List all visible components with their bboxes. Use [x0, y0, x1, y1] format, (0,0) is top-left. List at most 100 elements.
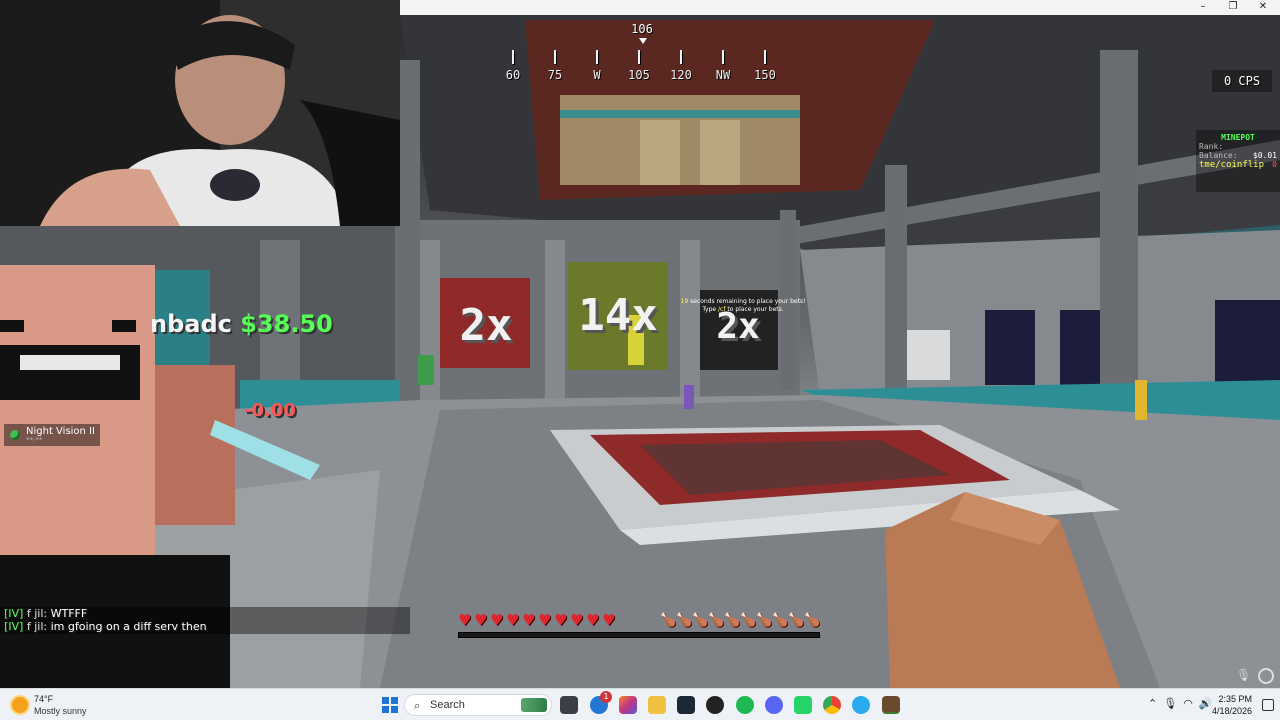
windows-taskbar: 74°F Mostly sunny ⌕ Search 1 ⌃ 🎙 ◠ 🔊 2:3…: [0, 688, 1280, 720]
edge-browser-icon[interactable]: 1: [590, 691, 612, 714]
weather-temperature: 74°F: [34, 694, 54, 704]
compass-label: NW: [715, 68, 731, 82]
taskbar-clock[interactable]: 2:35 PM 4/18/2026: [1196, 693, 1252, 717]
microphone-icon[interactable]: 🎙: [1236, 668, 1251, 684]
compass-label: 105: [628, 68, 650, 82]
drumstick-icon: 🍗: [772, 613, 789, 628]
compass-label: 60: [505, 68, 521, 82]
compass-tick: [596, 50, 598, 64]
compass-pointer-icon: [639, 38, 647, 44]
drumstick-icon: 🍗: [804, 613, 821, 628]
compass-label: 150: [754, 68, 776, 82]
drumstick-icon: 🍗: [756, 613, 773, 628]
minecraft-icon[interactable]: [882, 696, 900, 714]
heart-icon: ♥: [554, 611, 568, 629]
heart-icon: ♥: [522, 611, 536, 629]
cps-counter: 0 CPS: [1212, 70, 1272, 92]
drumstick-icon: 🍗: [692, 613, 709, 628]
compass-tick: [764, 50, 766, 64]
compass-tick: [554, 50, 556, 64]
maximize-button[interactable]: ❐: [1218, 0, 1248, 15]
drumstick-icon: 🍗: [740, 613, 757, 628]
obs-icon[interactable]: [706, 696, 724, 714]
search-icon: ⌕: [414, 699, 421, 712]
telegram-icon[interactable]: [852, 696, 870, 714]
compass-tick: [512, 50, 514, 64]
chat-rank-tag: [IV]: [4, 607, 24, 620]
taskbar-search[interactable]: ⌕ Search: [404, 694, 552, 716]
minimize-button[interactable]: –: [1188, 0, 1218, 15]
whatsapp-icon[interactable]: [794, 696, 812, 714]
wifi-icon[interactable]: ◠: [1183, 697, 1193, 713]
effect-duration: **:**: [26, 436, 43, 444]
compass-label: 75: [547, 68, 563, 82]
scoreboard-balance-value: $0.01: [1252, 151, 1277, 160]
microphone-tray-icon[interactable]: 🎙: [1163, 697, 1177, 713]
task-view-icon[interactable]: [560, 696, 578, 714]
steam-icon[interactable]: [677, 696, 695, 714]
chat-box: [IV] f jil: WTFFF [IV] f jil: im gfoing …: [0, 607, 410, 634]
bet-instruction-b: to place your bets.: [727, 306, 784, 313]
heart-icon: ♥: [586, 611, 600, 629]
scoreboard-sidebar: MINEPOT Rank: Balance: $0.01 tme/coinflip…: [1196, 130, 1280, 192]
chevron-up-icon[interactable]: ⌃: [1148, 697, 1157, 713]
countdown-seconds: 19: [680, 298, 689, 305]
file-explorer-icon[interactable]: [648, 696, 666, 714]
health-bar: ♥ ♥ ♥ ♥ ♥ ♥ ♥ ♥ ♥ ♥: [458, 613, 617, 628]
compass-tick: [638, 50, 640, 64]
player-nametag-sub: -0.00: [244, 400, 296, 421]
webcam-overlay: [0, 0, 400, 226]
bet-command: /cf: [718, 306, 726, 313]
experience-bar: [458, 632, 820, 638]
heart-icon: ♥: [602, 611, 616, 629]
heart-icon: ♥: [506, 611, 520, 629]
close-button[interactable]: ✕: [1248, 0, 1278, 15]
hunger-bar: 🍗 🍗 🍗 🍗 🍗 🍗 🍗 🍗 🍗 🍗: [660, 613, 821, 628]
search-highlight-icon: [521, 698, 547, 712]
drumstick-icon: 🍗: [708, 613, 725, 628]
heart-icon: ♥: [490, 611, 504, 629]
multiplier-board-left: 2x: [459, 300, 513, 351]
player-name: nbadc: [150, 310, 232, 338]
scoreboard-title: MINEPOT: [1221, 133, 1255, 142]
recording-indicator-icon[interactable]: [1258, 668, 1274, 684]
compass-label: W: [593, 68, 601, 82]
copilot-icon[interactable]: [619, 696, 637, 714]
drumstick-icon: 🍗: [676, 613, 693, 628]
clock-time: 2:35 PM: [1218, 694, 1252, 704]
chrome-icon[interactable]: [823, 696, 841, 714]
chat-rank-tag: [IV]: [4, 620, 24, 633]
player-nametag: nbadc $38.50: [150, 310, 333, 338]
scoreboard-url: tme/coinflip: [1199, 160, 1265, 170]
chat-sender: f jil:: [26, 620, 48, 633]
scoreboard-score: 0: [1272, 160, 1277, 169]
status-effect: Night Vision II **:**: [4, 424, 100, 446]
compass-heading: 106: [631, 22, 653, 36]
weather-condition: Mostly sunny: [34, 706, 87, 716]
compass-tick: [722, 50, 724, 64]
compass-tick: [680, 50, 682, 64]
start-button[interactable]: [381, 696, 399, 714]
chat-text: im gfoing on a diff serv then: [50, 620, 207, 633]
chat-message: [IV] f jil: im gfoing on a diff serv the…: [0, 620, 410, 633]
heart-icon: ♥: [458, 611, 472, 629]
scoreboard-rank-label: Rank:: [1199, 142, 1224, 151]
discord-icon[interactable]: [765, 696, 783, 714]
betting-countdown-message: 19 seconds remaining to place your bets!…: [668, 298, 818, 314]
chat-text: WTFFF: [50, 607, 88, 620]
compass-hud: 106 60 75 W 105 120 NW 150: [462, 22, 822, 82]
webcam-feed-image: [0, 0, 400, 226]
notification-badge: 1: [600, 691, 612, 703]
notification-center-icon[interactable]: [1262, 699, 1274, 711]
drumstick-icon: 🍗: [660, 613, 677, 628]
weather-widget[interactable]: 74°F Mostly sunny: [10, 694, 100, 718]
game-viewport[interactable]: – ❐ ✕ 106 60 75 W 105 120 NW 150 0 CPS M…: [0, 0, 1280, 688]
heart-icon: ♥: [570, 611, 584, 629]
spotify-icon[interactable]: [736, 696, 754, 714]
minecraft-window-titlebar: – ❐ ✕: [400, 0, 1280, 15]
heart-icon: ♥: [474, 611, 488, 629]
scoreboard-balance-label: Balance:: [1199, 151, 1238, 160]
compass-label: 120: [670, 68, 692, 82]
search-placeholder: Search: [430, 699, 465, 711]
sun-icon: [12, 697, 28, 713]
